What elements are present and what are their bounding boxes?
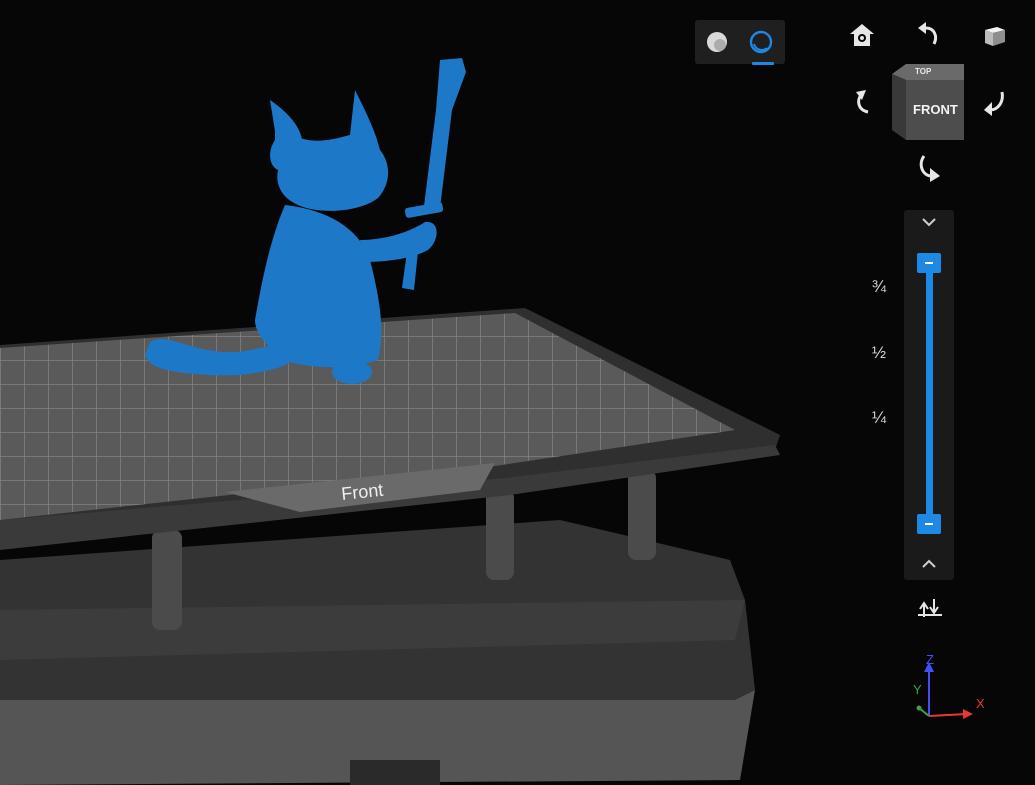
layer-range-button[interactable] bbox=[918, 597, 942, 624]
3d-box-view-button[interactable] bbox=[982, 22, 1008, 48]
rotate-up-icon bbox=[918, 22, 938, 45]
view-mode-toggle bbox=[695, 20, 785, 64]
view-cube-front-label: FRONT bbox=[913, 102, 958, 117]
layer-slider-track[interactable] bbox=[926, 262, 933, 526]
chevron-up-icon bbox=[922, 559, 936, 568]
rotate-right-button[interactable] bbox=[982, 88, 1008, 116]
layer-up-button[interactable] bbox=[918, 214, 940, 235]
build-plate bbox=[0, 308, 780, 550]
layer-range-icon bbox=[918, 599, 942, 617]
rotate-up-button[interactable] bbox=[914, 22, 942, 48]
slider-mark-half: ½ bbox=[871, 343, 887, 362]
rotate-right-icon bbox=[984, 91, 1004, 116]
slider-mark-quarter: ¼ bbox=[871, 408, 887, 427]
layer-slider-lower-handle[interactable] bbox=[917, 514, 941, 534]
home-view-icon bbox=[850, 24, 874, 46]
sphere-outline-icon bbox=[749, 30, 773, 54]
rotate-left-icon bbox=[856, 90, 869, 114]
view-cube-top-label: TOP bbox=[915, 67, 932, 76]
layer-down-button[interactable] bbox=[918, 556, 940, 577]
axis-z-label: Z bbox=[926, 652, 934, 667]
home-view-button[interactable] bbox=[848, 22, 876, 48]
rotate-left-button[interactable] bbox=[850, 88, 876, 116]
active-view-indicator bbox=[752, 62, 774, 65]
solid-shaded-view-button[interactable] bbox=[701, 26, 733, 58]
layer-slider-upper-handle[interactable] bbox=[917, 253, 941, 273]
axis-x-label: X bbox=[976, 696, 985, 711]
chevron-down-icon bbox=[922, 218, 936, 227]
rotate-down-button[interactable] bbox=[914, 152, 942, 182]
3d-viewport[interactable]: Front bbox=[0, 0, 1035, 785]
rotate-down-icon bbox=[919, 155, 940, 182]
axis-y-label: Y bbox=[913, 682, 922, 697]
xray-view-button[interactable] bbox=[745, 26, 777, 58]
sphere-shaded-icon bbox=[707, 32, 727, 52]
slider-mark-three-quarters: ¾ bbox=[871, 277, 887, 296]
3d-box-view-icon bbox=[985, 27, 1005, 46]
